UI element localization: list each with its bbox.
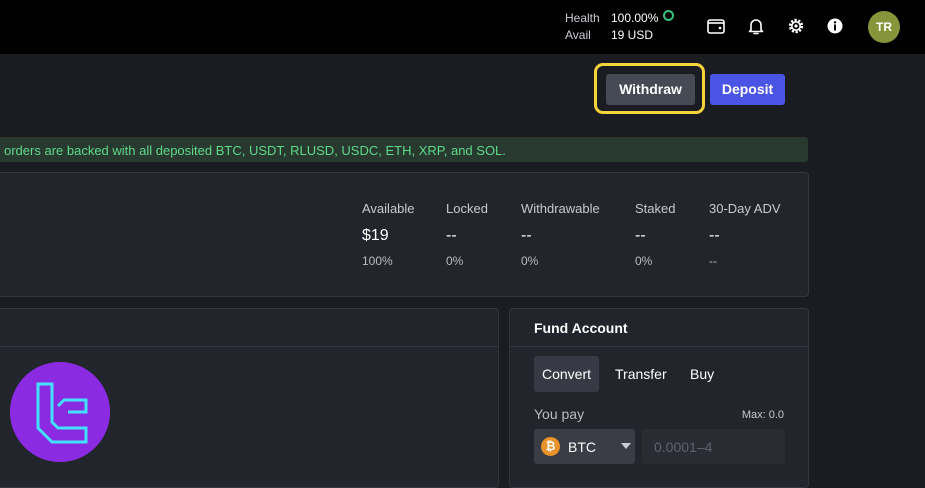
brand-logo-icon bbox=[10, 362, 110, 462]
pay-currency-select[interactable]: ₿ BTC bbox=[534, 429, 635, 464]
avatar[interactable]: TR bbox=[868, 11, 900, 43]
stat-label: Locked bbox=[446, 201, 488, 216]
stat-percent: 0% bbox=[521, 254, 539, 268]
you-pay-label: You pay bbox=[534, 406, 585, 422]
max-amount[interactable]: Max: 0.0 bbox=[742, 409, 784, 421]
stat-percent: -- bbox=[709, 254, 717, 268]
wallet-icon[interactable] bbox=[706, 16, 726, 36]
tab-buy[interactable]: Buy bbox=[690, 356, 714, 392]
collateral-banner: orders are backed with all deposited BTC… bbox=[0, 137, 808, 162]
bell-icon[interactable] bbox=[746, 16, 766, 36]
fund-account-title: Fund Account bbox=[534, 320, 628, 336]
chevron-down-icon bbox=[621, 443, 631, 449]
avail-value: 19 USD bbox=[611, 28, 654, 42]
balances-panel: Available $19 100% Locked -- 0% Withdraw… bbox=[0, 172, 809, 297]
stat-value: $19 bbox=[362, 227, 389, 244]
stat-label: 30-Day ADV bbox=[709, 201, 781, 216]
health-status-icon bbox=[663, 10, 675, 21]
gear-icon[interactable] bbox=[786, 16, 806, 36]
stat-percent: 100% bbox=[362, 254, 393, 268]
stat-locked: Locked -- 0% bbox=[446, 201, 488, 268]
stat-value: -- bbox=[635, 227, 646, 244]
account-health: Health 100.00% Avail 19 USD bbox=[565, 10, 675, 44]
withdraw-button[interactable]: Withdraw bbox=[606, 74, 695, 105]
stat-percent: 0% bbox=[446, 254, 464, 268]
stat-label: Available bbox=[362, 201, 415, 216]
stat-30-day-adv: 30-Day ADV -- -- bbox=[709, 201, 781, 268]
pay-amount-input[interactable] bbox=[642, 429, 785, 464]
stat-withdrawable: Withdrawable -- 0% bbox=[521, 201, 600, 268]
deposit-button[interactable]: Deposit bbox=[710, 74, 785, 105]
tab-transfer[interactable]: Transfer bbox=[615, 356, 667, 392]
top-bar: Health 100.00% Avail 19 USD TR bbox=[0, 0, 925, 54]
stat-value: -- bbox=[521, 227, 532, 244]
stat-label: Staked bbox=[635, 201, 676, 216]
fund-account-panel: Fund Account Convert Transfer Buy You pa… bbox=[509, 308, 809, 488]
panel-divider bbox=[510, 346, 808, 347]
stat-label: Withdrawable bbox=[521, 201, 600, 216]
btc-coin-icon: ₿ bbox=[541, 437, 560, 456]
health-label: Health bbox=[565, 11, 600, 25]
stat-value: -- bbox=[709, 227, 720, 244]
stat-percent: 0% bbox=[635, 254, 653, 268]
health-value: 100.00% bbox=[611, 11, 659, 25]
tab-convert[interactable]: Convert bbox=[534, 356, 600, 392]
stat-staked: Staked -- 0% bbox=[635, 201, 675, 268]
currency-symbol: BTC bbox=[568, 439, 596, 455]
avail-label: Avail bbox=[565, 28, 591, 42]
info-icon[interactable] bbox=[825, 16, 845, 36]
panel-divider bbox=[0, 346, 498, 347]
stat-available: Available $19 100% bbox=[362, 201, 415, 268]
stat-value: -- bbox=[446, 227, 457, 244]
